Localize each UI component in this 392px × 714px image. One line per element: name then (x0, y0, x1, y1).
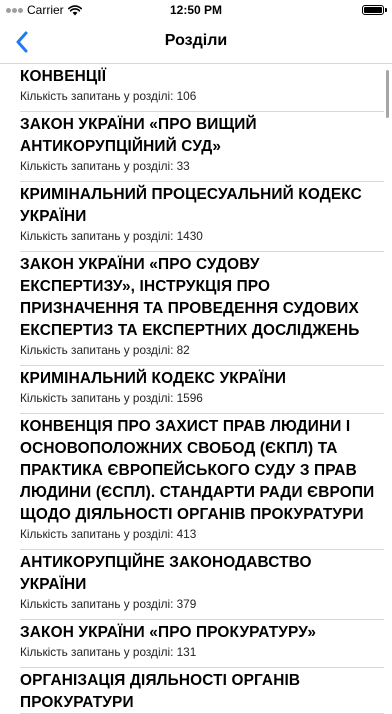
list-item[interactable]: КОНВЕНЦІЇ Кількість запитань у розділі: 1… (0, 64, 384, 112)
scroll-indicator[interactable] (386, 70, 389, 118)
section-title: АНТИКОРУПЦІЙНЕ ЗАКОНОДАВСТВО УКРАЇНИ (20, 554, 312, 593)
section-title: КОНВЕНЦІЯ ПРО ЗАХИСТ ПРАВ ЛЮДИНИ І ОСНОВ… (20, 418, 375, 523)
section-title: ЗАКОН УКРАЇНИ «ПРО ВИЩИЙ АНТИКОРУПЦІЙНИЙ… (20, 116, 257, 155)
list-item[interactable]: ЗАКОН УКРАЇНИ «ПРО СУДОВУ ЕКСПЕРТИЗУ», І… (0, 252, 384, 366)
section-title: КОНВЕНЦІЇ (20, 68, 107, 85)
section-title: ЗАКОН УКРАЇНИ «ПРО СУДОВУ ЕКСПЕРТИЗУ», І… (20, 256, 360, 339)
battery-icon (362, 5, 384, 15)
navigation-bar: Розділи (0, 20, 392, 64)
list-item[interactable]: КОНВЕНЦІЯ ПРО ЗАХИСТ ПРАВ ЛЮДИНИ І ОСНОВ… (0, 414, 384, 550)
section-question-count: Кількість запитань у розділі: 379 (20, 597, 197, 611)
section-title: ОРГАНІЗАЦІЯ ДІЯЛЬНОСТІ ОРГАНІВ ПРОКУРАТУ… (20, 672, 301, 711)
list-item[interactable]: ЗАКОН УКРАЇНИ «ПРО ВИЩИЙ АНТИКОРУПЦІЙНИЙ… (0, 112, 384, 182)
list-item[interactable]: АНТИКОРУПЦІЙНЕ ЗАКОНОДАВСТВО УКРАЇНИ Кіль… (0, 550, 384, 620)
list-item[interactable]: КРИМІНАЛЬНИЙ КОДЕКС УКРАЇНИ Кількість зап… (0, 366, 384, 414)
list-item[interactable]: КРИМІНАЛЬНИЙ ПРОЦЕСУАЛЬНИЙ КОДЕКС УКРАЇН… (0, 182, 384, 252)
section-question-count: Кількість запитань у розділі: 106 (20, 89, 197, 103)
list-item[interactable]: ОРГАНІЗАЦІЯ ДІЯЛЬНОСТІ ОРГАНІВ ПРОКУРАТУ… (0, 668, 384, 714)
section-question-count: Кількість запитань у розділі: 131 (20, 645, 197, 659)
list-item[interactable]: ЗАКОН УКРАЇНИ «ПРО ПРОКУРАТУРУ» Кількість… (0, 620, 384, 668)
page-title: Розділи (164, 32, 228, 49)
section-title: КРИМІНАЛЬНИЙ КОДЕКС УКРАЇНИ (20, 370, 287, 387)
section-question-count: Кількість запитань у розділі: 33 (20, 159, 190, 173)
section-title: ЗАКОН УКРАЇНИ «ПРО ПРОКУРАТУРУ» (20, 624, 317, 641)
section-question-count: Кількість запитань у розділі: 1596 (20, 391, 203, 405)
section-question-count: Кількість запитань у розділі: 82 (20, 343, 190, 357)
section-question-count: Кількість запитань у розділі: 1430 (20, 229, 203, 243)
sections-list: КОНВЕНЦІЇ Кількість запитань у розділі: 1… (0, 64, 384, 714)
battery-level (364, 7, 382, 13)
status-bar: Carrier 12:50 PM (0, 0, 392, 20)
section-title: КРИМІНАЛЬНИЙ ПРОЦЕСУАЛЬНИЙ КОДЕКС УКРАЇН… (20, 186, 362, 225)
status-time: 12:50 PM (169, 3, 223, 17)
battery-cap (385, 8, 387, 12)
section-question-count: Кількість запитань у розділі: 413 (20, 527, 197, 541)
